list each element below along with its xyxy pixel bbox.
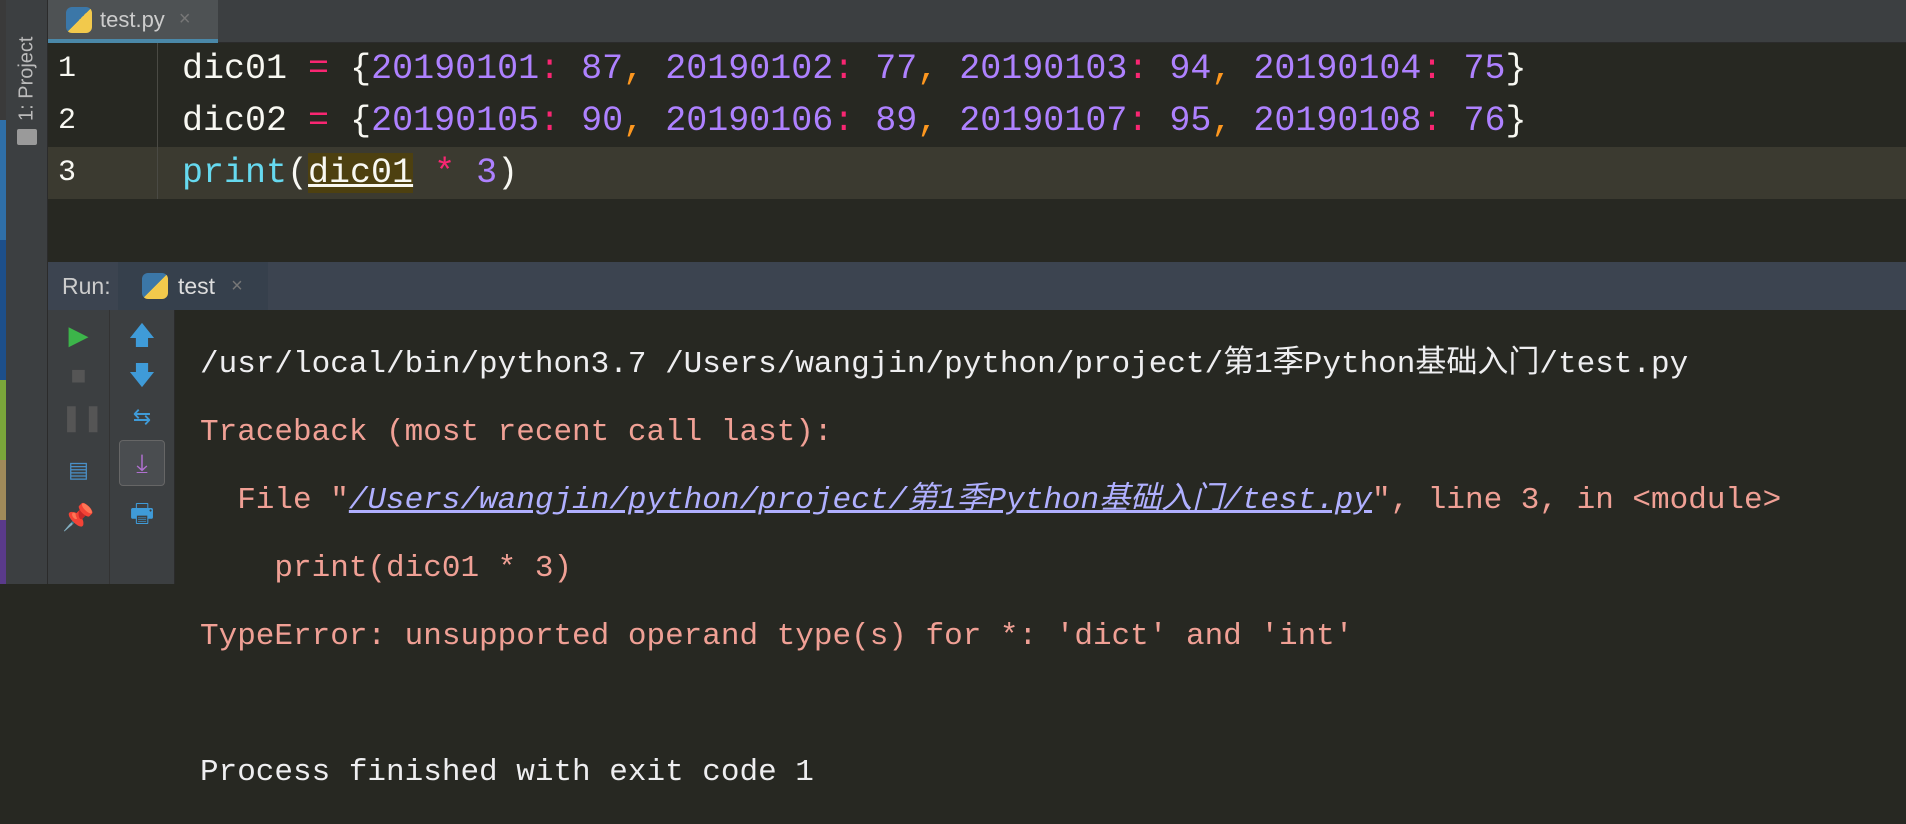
line-number: 2	[48, 95, 158, 147]
code-line[interactable]: 2 dic02 = {20190105: 90, 20190106: 89, 20…	[48, 95, 1906, 147]
traceback-file-line: File "/Users/wangjin/python/project/第1季P…	[200, 484, 1906, 518]
code-text[interactable]: dic02 = {20190105: 90, 20190106: 89, 201…	[158, 101, 1527, 141]
run-tool-bar: Run: test ×	[48, 262, 1906, 310]
code-text[interactable]: dic01 = {20190101: 87, 20190102: 77, 201…	[158, 49, 1527, 89]
tool-window-strip: 1: Project	[6, 0, 48, 584]
line-number: 3	[48, 147, 158, 199]
arrow-up-icon[interactable]: 🡅	[124, 320, 160, 350]
close-icon[interactable]: ×	[179, 8, 191, 31]
stop-icon[interactable]: ■	[61, 360, 97, 390]
folder-icon	[17, 129, 37, 145]
rerun-icon[interactable]: ▶	[61, 320, 97, 350]
variable: dic02	[182, 101, 288, 141]
variable: dic01	[182, 49, 288, 89]
layout-icon[interactable]: ▤	[61, 455, 97, 485]
editor-tab-bar: test.py ×	[48, 0, 1906, 43]
code-line[interactable]: 1 dic01 = {20190101: 87, 20190102: 77, 20…	[48, 43, 1906, 95]
arrow-down-icon[interactable]: 🡇	[124, 360, 160, 390]
python-file-icon	[66, 6, 92, 33]
exit-message: Process finished with exit code 1	[200, 755, 814, 790]
run-toolbar-secondary: 🡅 🡇 ⇆ ⤓ 🖶	[110, 310, 175, 584]
project-tool-button[interactable]: 1: Project	[12, 10, 42, 145]
traceback-header: Traceback (most recent call last):	[200, 415, 833, 450]
run-tab-label: test	[178, 272, 216, 299]
run-label: Run:	[62, 272, 111, 299]
error-message: TypeError: unsupported operand type(s) f…	[200, 619, 1354, 654]
code-editor[interactable]: 1 dic01 = {20190101: 87, 20190102: 77, 20…	[48, 43, 1906, 262]
line-number: 1	[48, 43, 158, 95]
code-text[interactable]: print(dic01 * 3)	[158, 153, 518, 193]
run-toolbar-primary: ▶ ■ ❚❚ ▤ 📌	[48, 310, 110, 584]
pin-icon[interactable]: 📌	[61, 502, 97, 532]
tab-test-py[interactable]: test.py ×	[48, 0, 218, 43]
file-suffix: ", line 3, in <module>	[1371, 483, 1782, 518]
close-icon[interactable]: ×	[231, 275, 243, 298]
scroll-to-end-icon[interactable]: ⤓	[119, 440, 165, 486]
print-icon[interactable]: 🖶	[124, 498, 160, 528]
python-icon	[142, 273, 168, 299]
run-console-output[interactable]: /usr/local/bin/python3.7 /Users/wangjin/…	[175, 310, 1906, 790]
console-command-line: /usr/local/bin/python3.7 /Users/wangjin/…	[200, 347, 1689, 382]
soft-wrap-icon[interactable]: ⇆	[124, 402, 160, 432]
file-link[interactable]: /Users/wangjin/python/project/第1季Python基…	[349, 483, 1372, 518]
project-label: 1: Project	[15, 36, 38, 121]
pause-icon[interactable]: ❚❚	[61, 402, 105, 432]
file-prefix: File "	[200, 483, 349, 518]
code-line[interactable]: 3 print(dic01 * 3)	[48, 147, 1906, 199]
traceback-source-line: print(dic01 * 3)	[200, 551, 573, 586]
tab-label: test.py	[100, 6, 165, 32]
run-tab-test[interactable]: test ×	[118, 262, 268, 310]
